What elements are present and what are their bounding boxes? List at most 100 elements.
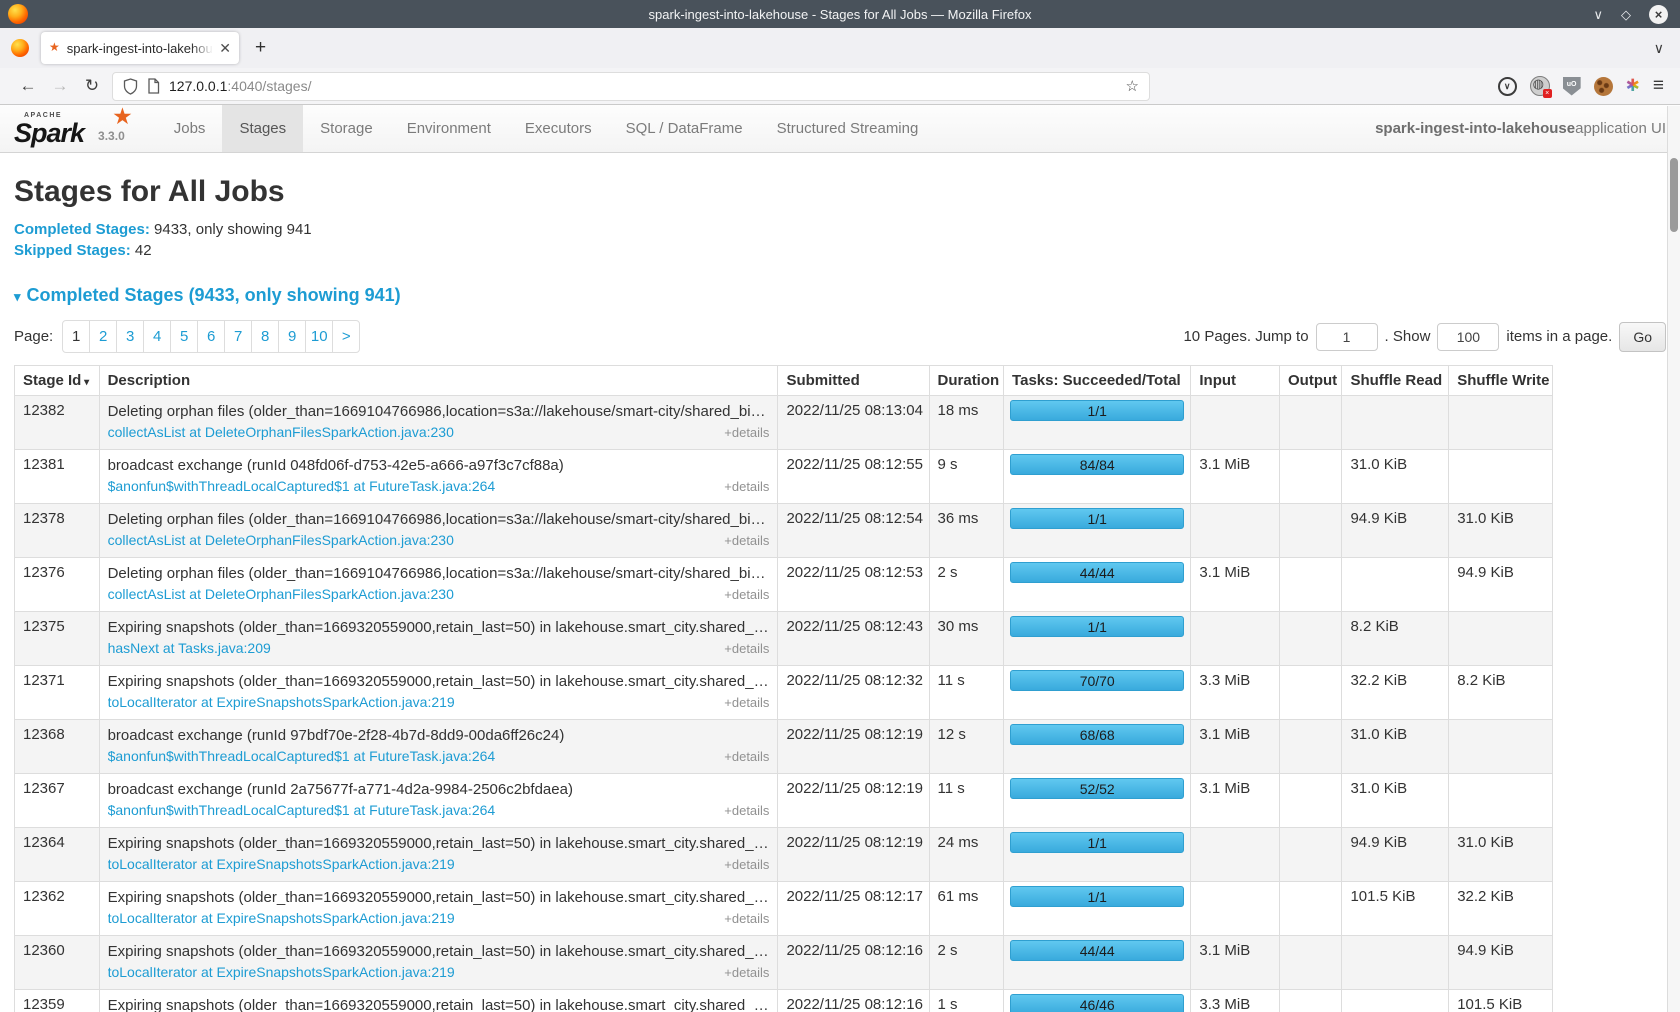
column-header-stage-id[interactable]: Stage Id ▾ — [15, 366, 100, 396]
tasks-progress-bar: 44/44 — [1010, 562, 1184, 583]
page-button-4[interactable]: 4 — [143, 320, 171, 353]
submitted-cell: 2022/11/25 08:12:19 — [778, 774, 929, 828]
column-header-shuffle-read[interactable]: Shuffle Read — [1342, 366, 1449, 396]
output-cell — [1280, 612, 1342, 666]
tasks-progress-bar: 70/70 — [1010, 670, 1184, 691]
skipped-stages-summary: Skipped Stages: 42 — [14, 242, 1666, 259]
details-toggle[interactable]: +details — [714, 747, 769, 767]
stage-row-12375: 12375Expiring snapshots (older_than=1669… — [15, 612, 1553, 666]
shuffle-write-cell — [1449, 720, 1553, 774]
nav-item-executors[interactable]: Executors — [508, 105, 609, 152]
stage-detail-link[interactable]: $anonfun$withThreadLocalCaptured$1 at Fu… — [108, 746, 496, 766]
extension-icon[interactable]: × — [1530, 76, 1550, 96]
pocket-icon[interactable]: ∨ — [1498, 77, 1517, 96]
stage-detail-link[interactable]: toLocalIterator at ExpireSnapshotsSparkA… — [108, 908, 455, 928]
spark-logo[interactable]: APACHE Spark ★ 3.3.0 — [0, 105, 135, 152]
duration-cell: 61 ms — [929, 882, 1004, 936]
column-header-tasks-succeeded-total[interactable]: Tasks: Succeeded/Total — [1004, 366, 1191, 396]
sync-asterisk-icon[interactable]: ✱ — [1626, 76, 1640, 96]
details-toggle[interactable]: +details — [714, 423, 769, 443]
cookie-extension-icon[interactable] — [1594, 77, 1613, 96]
stage-detail-link[interactable]: collectAsList at DeleteOrphanFilesSparkA… — [108, 530, 454, 550]
details-toggle[interactable]: +details — [714, 585, 769, 605]
details-toggle[interactable]: +details — [714, 963, 769, 983]
stage-id-cell: 12376 — [15, 558, 100, 612]
nav-item-sql-dataframe[interactable]: SQL / DataFrame — [609, 105, 760, 152]
ublock-shield-icon[interactable]: uO — [1563, 77, 1581, 96]
stage-detail-link[interactable]: toLocalIterator at ExpireSnapshotsSparkA… — [108, 962, 455, 982]
list-all-tabs-icon[interactable]: ∨ — [1654, 40, 1664, 57]
input-cell: 3.3 MiB — [1191, 990, 1280, 1012]
stage-description: Expiring snapshots (older_than=166932055… — [108, 618, 770, 638]
column-header-output[interactable]: Output — [1280, 366, 1342, 396]
nav-item-storage[interactable]: Storage — [303, 105, 390, 152]
completed-stages-section-header[interactable]: ▾Completed Stages (9433, only showing 94… — [14, 285, 1666, 306]
close-window-button[interactable]: × — [1649, 5, 1668, 24]
stage-detail-link[interactable]: collectAsList at DeleteOrphanFilesSparkA… — [108, 422, 454, 442]
description-cell: broadcast exchange (runId 2a75677f-a771-… — [99, 774, 778, 828]
tasks-progress-bar: 1/1 — [1010, 616, 1184, 637]
page-button-10[interactable]: 10 — [305, 320, 333, 353]
nav-item-jobs[interactable]: Jobs — [157, 105, 223, 152]
stage-detail-link[interactable]: toLocalIterator at ExpireSnapshotsSparkA… — [108, 854, 455, 874]
nav-item-environment[interactable]: Environment — [390, 105, 508, 152]
site-info-icon[interactable] — [147, 78, 160, 94]
page-button-1[interactable]: 1 — [62, 320, 90, 353]
output-cell — [1280, 666, 1342, 720]
url-bar[interactable]: 127.0.0.1:4040/stages/ ☆ — [112, 72, 1150, 101]
page-button-8[interactable]: 8 — [251, 320, 279, 353]
reload-button[interactable]: ↻ — [76, 76, 108, 96]
submitted-cell: 2022/11/25 08:12:16 — [778, 936, 929, 990]
stage-id-cell: 12360 — [15, 936, 100, 990]
nav-item-structured-streaming[interactable]: Structured Streaming — [760, 105, 936, 152]
tasks-cell: 1/1 — [1004, 504, 1191, 558]
details-toggle[interactable]: +details — [714, 639, 769, 659]
bookmark-star-icon[interactable]: ☆ — [1126, 77, 1139, 95]
minimize-button[interactable]: ∨ — [1593, 8, 1603, 21]
column-header-submitted[interactable]: Submitted — [778, 366, 929, 396]
submitted-cell: 2022/11/25 08:12:16 — [778, 990, 929, 1012]
stage-detail-link[interactable]: toLocalIterator at ExpireSnapshotsSparkA… — [108, 692, 455, 712]
column-header-description[interactable]: Description — [99, 366, 778, 396]
column-header-duration[interactable]: Duration — [929, 366, 1004, 396]
details-toggle[interactable]: +details — [714, 477, 769, 497]
jump-to-page-input[interactable] — [1316, 323, 1378, 351]
details-toggle[interactable]: +details — [714, 801, 769, 821]
details-toggle[interactable]: +details — [714, 693, 769, 713]
items-per-page-input[interactable] — [1437, 323, 1499, 351]
stage-description: broadcast exchange (runId 97bdf70e-2f28-… — [108, 726, 770, 746]
page-button-9[interactable]: 9 — [278, 320, 306, 353]
go-button[interactable]: Go — [1619, 322, 1666, 352]
spark-star-icon: ★ — [112, 103, 133, 130]
page-button-5[interactable]: 5 — [170, 320, 198, 353]
next-page-button[interactable]: > — [332, 320, 360, 353]
close-tab-icon[interactable]: ✕ — [219, 40, 231, 57]
column-header-input[interactable]: Input — [1191, 366, 1280, 396]
firefox-logo-icon — [8, 4, 28, 24]
page-button-3[interactable]: 3 — [116, 320, 144, 353]
page-scrollbar[interactable] — [1667, 106, 1680, 1012]
nav-item-stages[interactable]: Stages — [222, 105, 303, 152]
page-button-6[interactable]: 6 — [197, 320, 225, 353]
menu-hamburger-icon[interactable]: ≡ — [1653, 75, 1664, 97]
forward-button[interactable]: → — [44, 76, 76, 96]
stage-detail-link[interactable]: $anonfun$withThreadLocalCaptured$1 at Fu… — [108, 476, 496, 496]
maximize-button[interactable]: ◇ — [1621, 8, 1631, 21]
page-button-2[interactable]: 2 — [89, 320, 117, 353]
scrollbar-thumb[interactable] — [1670, 158, 1678, 232]
back-button[interactable]: ← — [12, 76, 44, 96]
description-cell: Deleting orphan files (older_than=166910… — [99, 396, 778, 450]
stage-detail-link[interactable]: hasNext at Tasks.java:209 — [108, 638, 271, 658]
stage-detail-link[interactable]: collectAsList at DeleteOrphanFilesSparkA… — [108, 584, 454, 604]
page-button-7[interactable]: 7 — [224, 320, 252, 353]
browser-tab[interactable]: ★ spark-ingest-into-lakehous ✕ — [41, 32, 239, 64]
details-toggle[interactable]: +details — [714, 855, 769, 875]
new-tab-button[interactable]: + — [255, 37, 266, 59]
shield-permissions-icon[interactable] — [123, 78, 138, 95]
column-header-shuffle-write[interactable]: Shuffle Write — [1449, 366, 1553, 396]
description-cell: Expiring snapshots (older_than=166932055… — [99, 666, 778, 720]
stage-id-cell: 12359 — [15, 990, 100, 1012]
details-toggle[interactable]: +details — [714, 909, 769, 929]
stage-detail-link[interactable]: $anonfun$withThreadLocalCaptured$1 at Fu… — [108, 800, 496, 820]
details-toggle[interactable]: +details — [714, 531, 769, 551]
